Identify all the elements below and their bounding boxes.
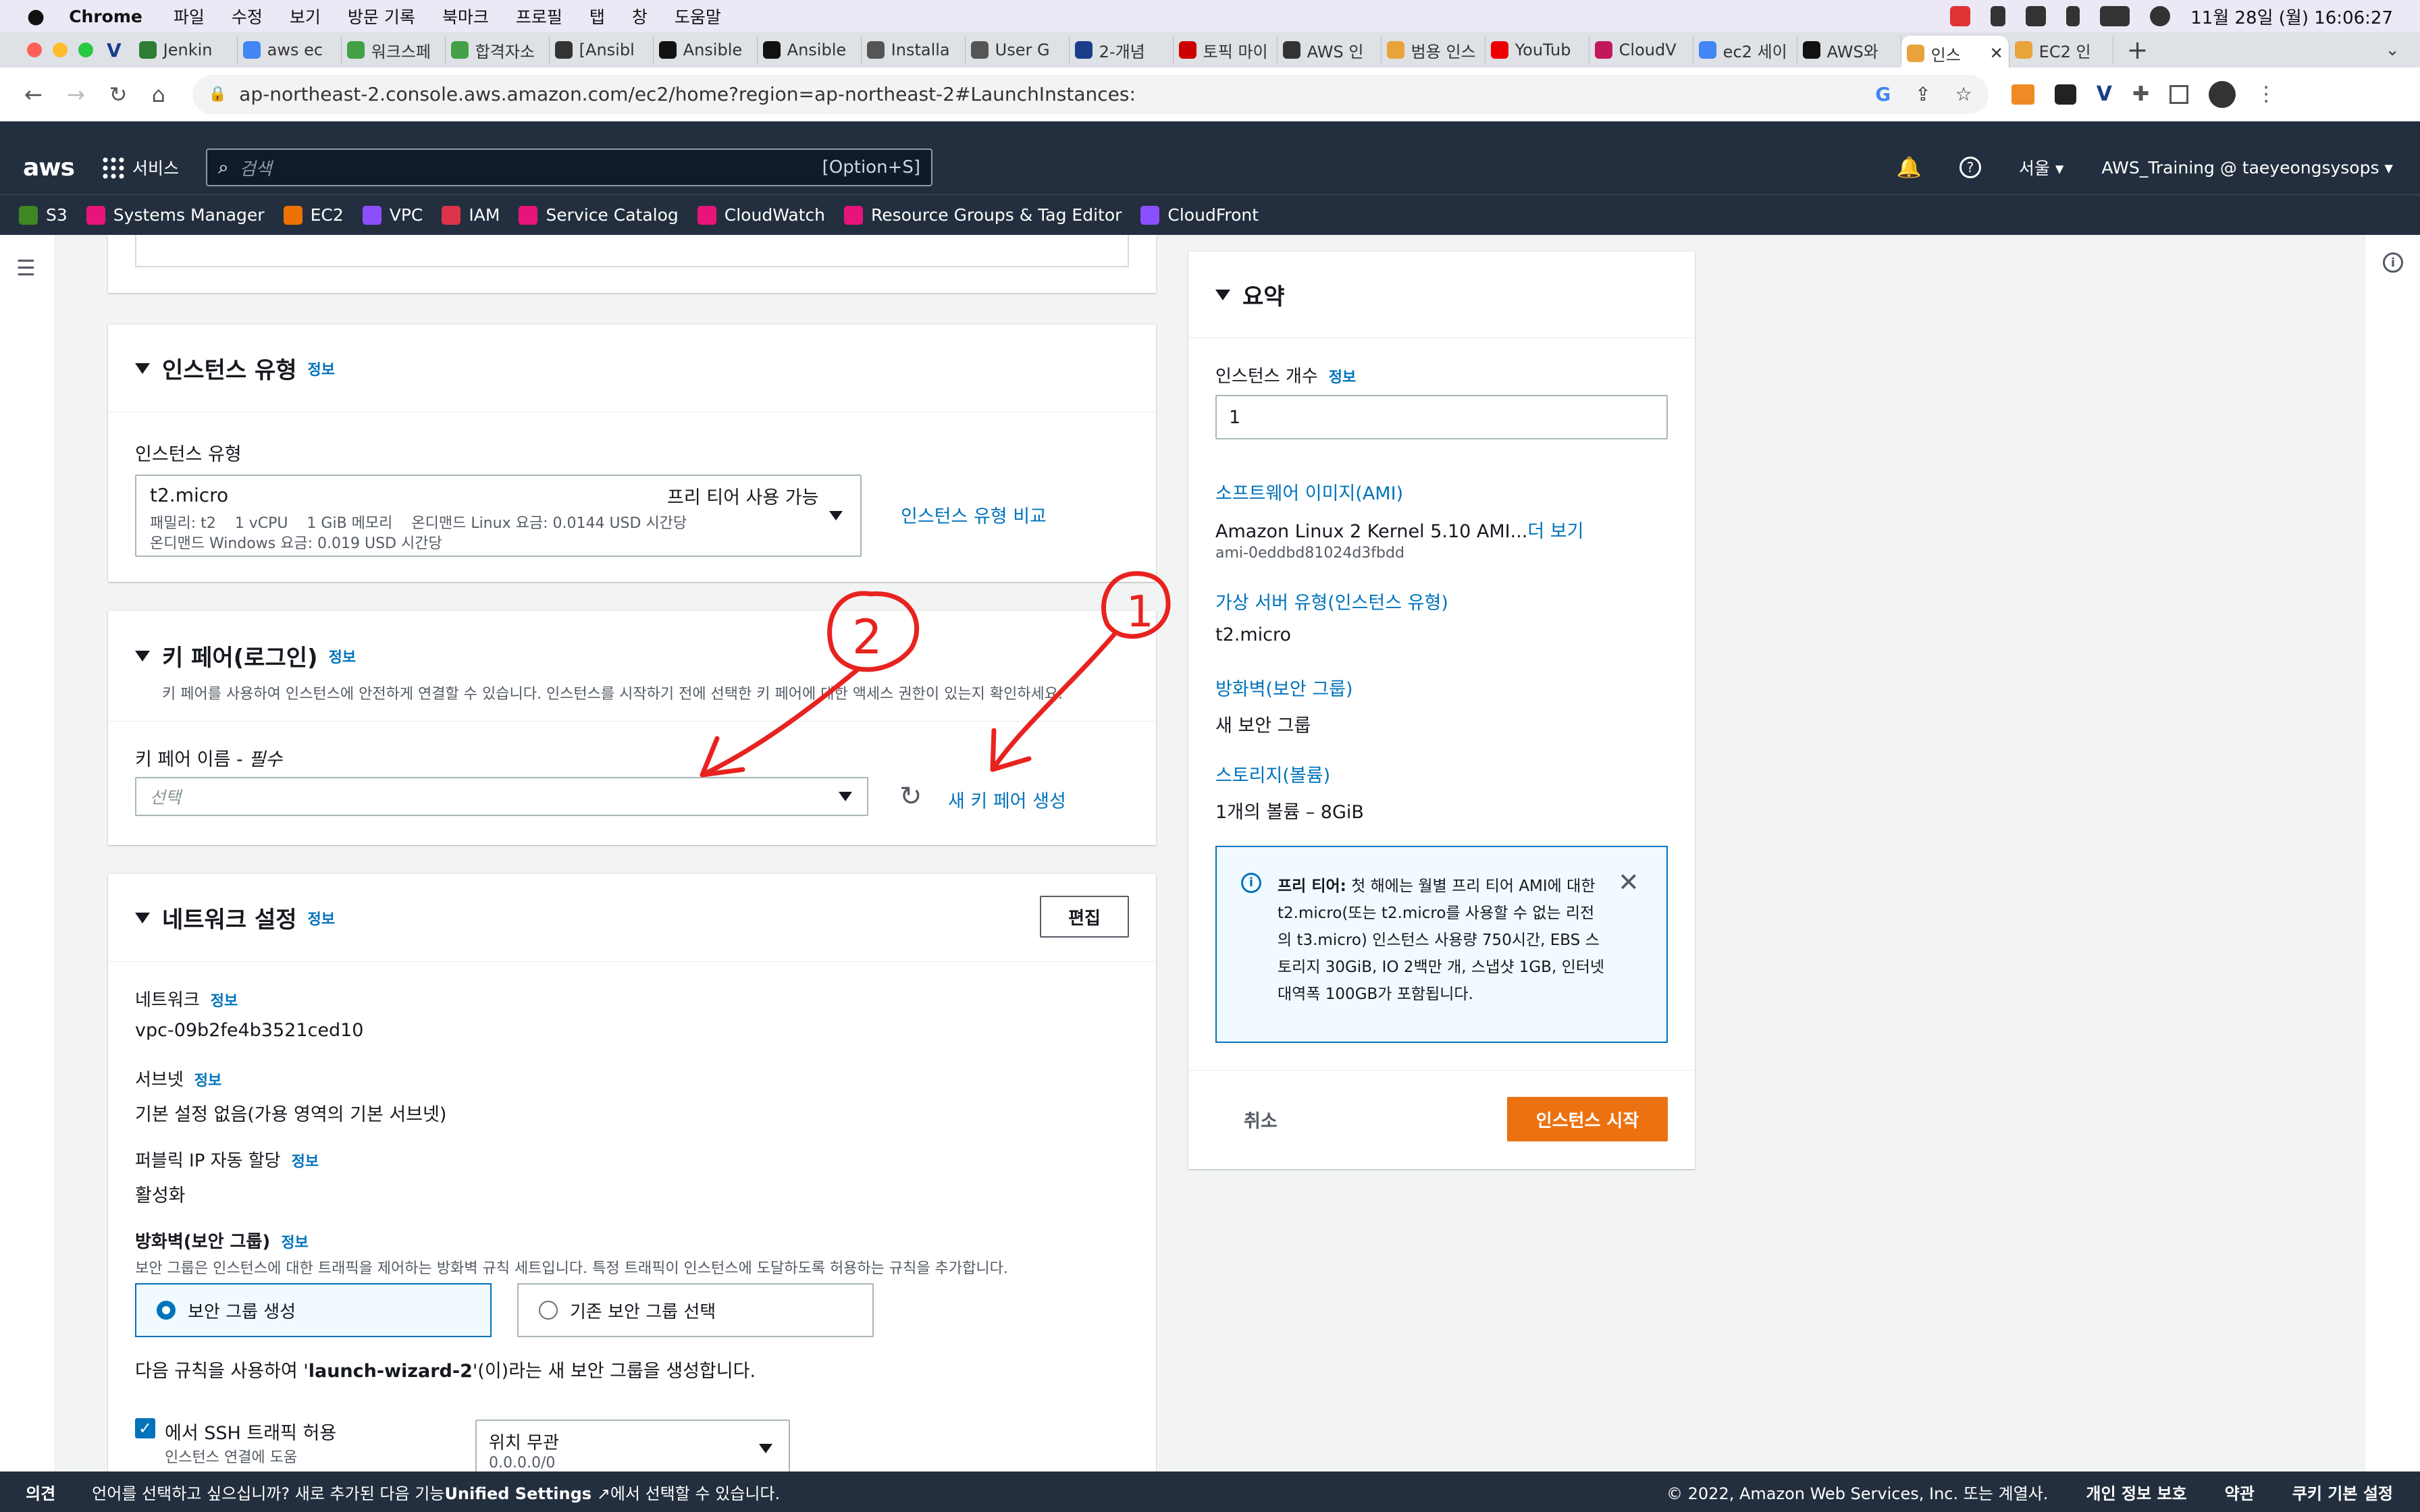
cookie-settings-link[interactable]: 쿠키 기본 설정 [2292,1480,2393,1504]
unified-settings-link[interactable]: Unified Settings [444,1484,591,1503]
copyright-text: © 2022, Amazon Web Services, Inc. 또는 계열사… [1666,1484,2049,1503]
external-link-icon: ↗ [591,1484,610,1503]
terms-link[interactable]: 약관 [2225,1480,2255,1504]
language-notice: 언어를 선택하고 싶으십니까? 새로 추가된 다음 기능Unified Sett… [92,1480,780,1504]
language-notice-suffix: 에서 선택할 수 있습니다. [610,1484,781,1503]
annotation-arrow-two-shaft [700,667,860,778]
feedback-link[interactable]: 의견 [26,1480,55,1504]
red-annotation-layer: 2 1 [700,571,1171,778]
console-footer: 의견 언어를 선택하고 싶으십니까? 새로 추가된 다음 기능Unified S… [0,1472,2420,1512]
annotation-label-two: 2 [852,610,883,665]
annotation-label-one: 1 [1126,587,1154,637]
privacy-link[interactable]: 개인 정보 보호 [2086,1480,2186,1504]
language-notice-prefix: 언어를 선택하고 싶으십니까? 새로 추가된 다음 기능 [92,1484,445,1503]
annotation-arrow-one-shaft [990,632,1117,772]
